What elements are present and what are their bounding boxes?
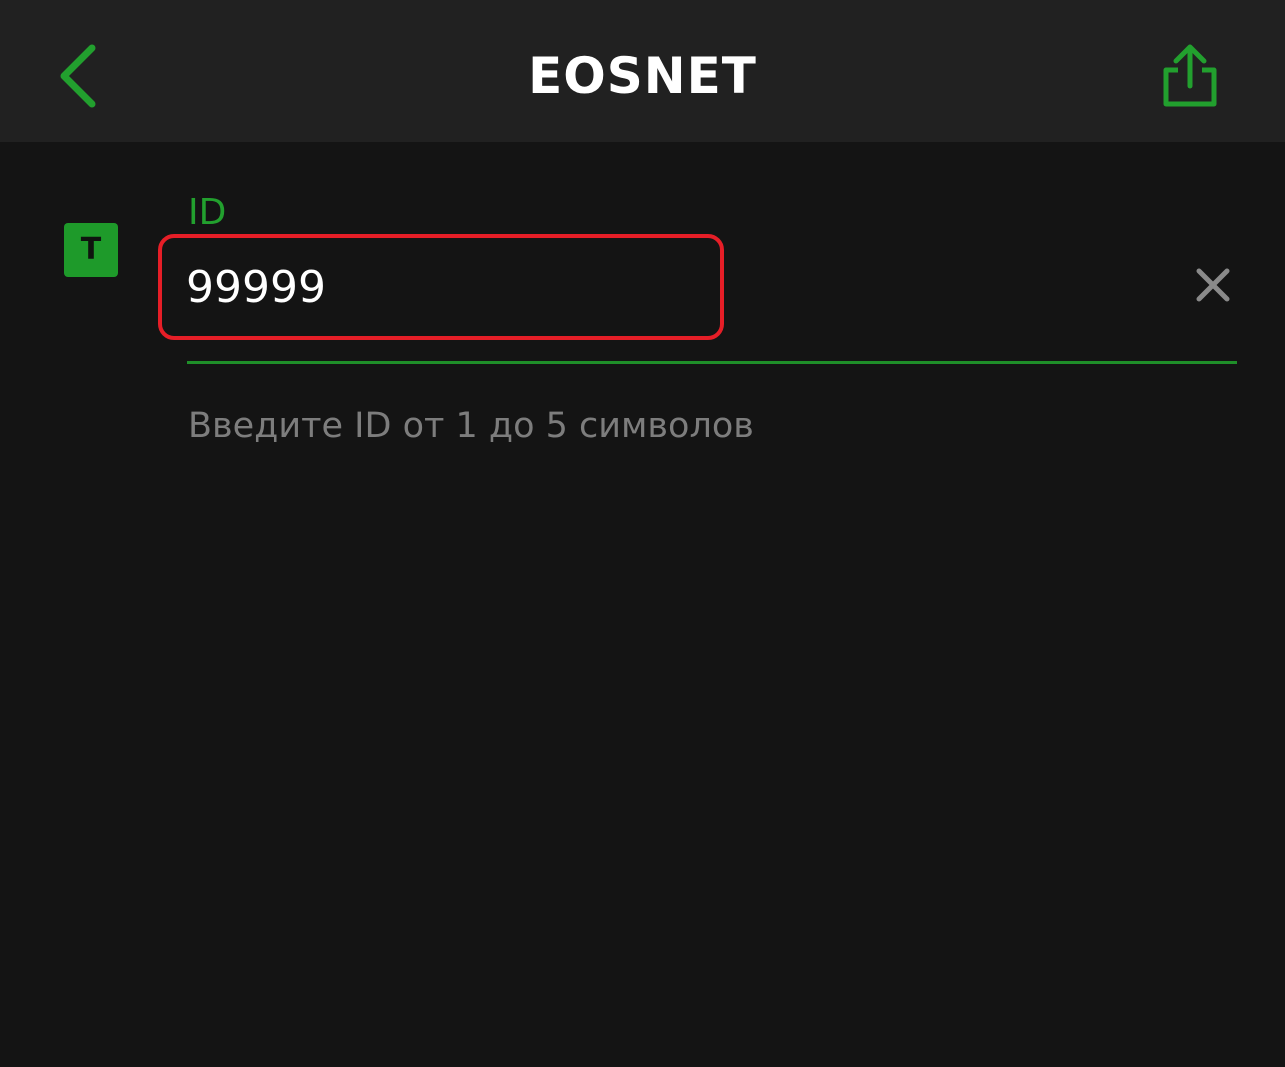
share-button[interactable] [1156,42,1224,112]
close-icon [1196,268,1230,302]
text-type-badge: T [64,223,118,277]
input-underline [187,361,1237,364]
helper-text: Введите ID от 1 до 5 символов [188,406,754,446]
id-field-label: ID [188,192,227,233]
share-icon [1163,44,1217,107]
nav-bar: EOSNET [0,0,1285,142]
screen: EOSNET T ID Введите ID от 1 до 5 символо… [0,0,1285,1067]
id-input[interactable] [186,258,706,318]
clear-button[interactable] [1190,262,1236,308]
page-title: EOSNET [528,47,757,105]
